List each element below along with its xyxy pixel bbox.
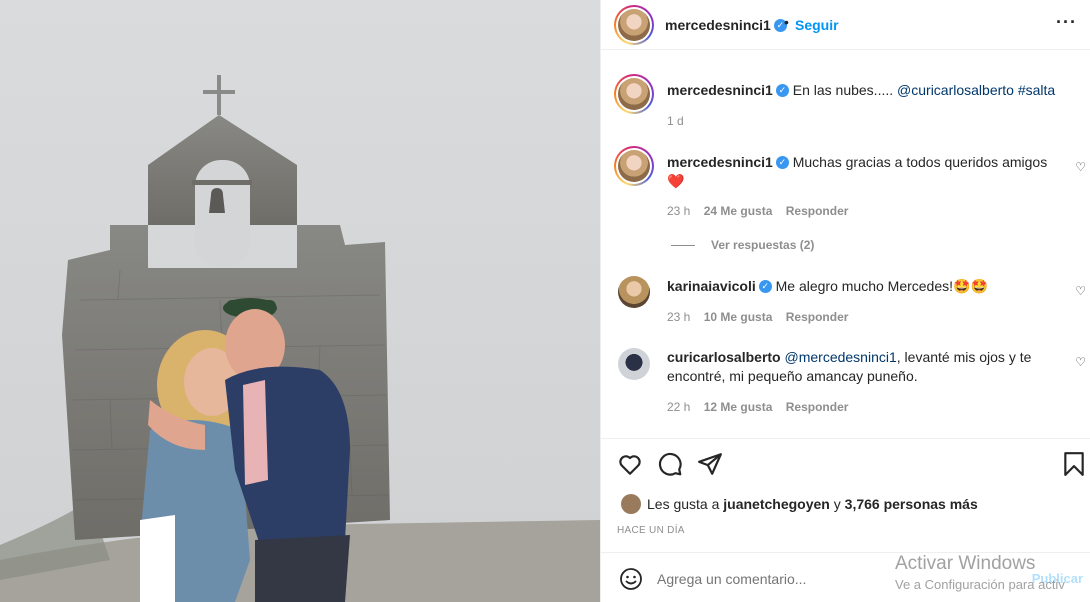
post-photo[interactable]	[0, 0, 600, 602]
save-bookmark-icon[interactable]	[1061, 451, 1087, 477]
comment-time[interactable]: 23 h	[667, 310, 690, 324]
comment-username[interactable]: curicarlosalberto	[667, 349, 781, 365]
like-heart-icon[interactable]	[617, 451, 643, 477]
comments-list[interactable]: mercedesninci1 ✓ En las nubes..... @curic…	[601, 50, 1090, 438]
likes-count[interactable]: 3,766 personas más	[845, 496, 978, 512]
comment-meta: 23 h 24 Me gusta Responder	[667, 204, 858, 218]
comment-body: Muchas gracias a todos queridos amigos	[792, 154, 1048, 170]
reply-button[interactable]: Responder	[786, 204, 849, 218]
like-comment-heart-icon[interactable]: ♡	[1075, 355, 1086, 369]
author-avatar[interactable]	[614, 5, 654, 45]
comment-text: mercedesninci1 ✓ Muchas gracias a todos q…	[667, 153, 1057, 191]
comment-avatar[interactable]	[614, 146, 654, 186]
comment-username[interactable]: karinaiavicoli	[667, 278, 756, 294]
publish-button[interactable]: Publicar	[1032, 571, 1083, 586]
follow-button[interactable]: Seguir	[795, 17, 839, 33]
reply-button[interactable]: Responder	[786, 400, 849, 414]
liker-avatar[interactable]	[621, 494, 641, 514]
likes-connector: y	[833, 496, 841, 512]
post-header: mercedesninci1 ✓ • Seguir ···	[601, 0, 1090, 50]
reply-button[interactable]: Responder	[786, 310, 849, 324]
like-comment-heart-icon[interactable]: ♡	[1075, 160, 1086, 174]
likes-prefix: Les gusta a	[647, 496, 720, 512]
verified-icon: ✓	[758, 279, 772, 293]
comment-mention[interactable]: @mercedesninci1	[785, 349, 897, 365]
comment-text: karinaiavicoli ✓ Me alegro mucho Mercedes…	[667, 277, 1057, 296]
comment-meta: 22 h 12 Me gusta Responder	[667, 400, 858, 414]
comment-meta: 23 h 10 Me gusta Responder	[667, 310, 858, 324]
caption-body: En las nubes.....	[792, 82, 894, 98]
like-comment-heart-icon[interactable]: ♡	[1075, 284, 1086, 298]
comment-avatar[interactable]	[618, 276, 650, 308]
caption-username[interactable]: mercedesninci1	[667, 82, 773, 98]
emoji-icon[interactable]	[619, 567, 643, 591]
comment-body: Me alegro mucho Mercedes!🤩🤩	[775, 278, 988, 294]
view-replies-button[interactable]: Ver respuestas (2)	[671, 238, 814, 252]
separator-dot: •	[784, 14, 789, 30]
verified-icon: ✓	[775, 83, 789, 97]
comment-text: curicarlosalberto @mercedesninci1, levan…	[667, 348, 1057, 386]
more-icon[interactable]: ···	[1056, 12, 1077, 33]
post-actions: Les gusta a juanetchegoyen y 3,766 perso…	[601, 438, 1090, 558]
photo-church-couple	[0, 0, 600, 602]
post-time[interactable]: HACE UN DÍA	[617, 525, 685, 536]
caption-text: mercedesninci1 ✓ En las nubes..... @curic…	[667, 81, 1057, 100]
liker-username[interactable]: juanetchegoyen	[723, 496, 830, 512]
heart-emoji-icon: ❤️	[667, 173, 685, 189]
comment-username[interactable]: mercedesninci1	[667, 154, 773, 170]
comment-avatar[interactable]	[618, 348, 650, 380]
comment-input[interactable]	[657, 571, 977, 587]
add-comment-bar: Publicar	[601, 552, 1090, 602]
caption-avatar[interactable]	[614, 74, 654, 114]
caption-mention[interactable]: @curicarlosalberto	[897, 82, 1014, 98]
verified-icon: ✓	[775, 155, 789, 169]
comment-likes[interactable]: 10 Me gusta	[704, 310, 773, 324]
comment-time[interactable]: 22 h	[667, 400, 690, 414]
caption-hashtag[interactable]: #salta	[1018, 82, 1055, 98]
author-username[interactable]: mercedesninci1 ✓	[665, 17, 787, 33]
share-icon[interactable]	[697, 451, 723, 477]
comment-likes[interactable]: 24 Me gusta	[704, 204, 773, 218]
caption-time[interactable]: 1 d	[667, 114, 684, 128]
post-panel: mercedesninci1 ✓ • Seguir ··· mercedesnin…	[600, 0, 1090, 602]
comment-time[interactable]: 23 h	[667, 204, 690, 218]
comment-likes[interactable]: 12 Me gusta	[704, 400, 773, 414]
comment-icon[interactable]	[657, 451, 683, 477]
likes-summary: Les gusta a juanetchegoyen y 3,766 perso…	[647, 496, 978, 512]
